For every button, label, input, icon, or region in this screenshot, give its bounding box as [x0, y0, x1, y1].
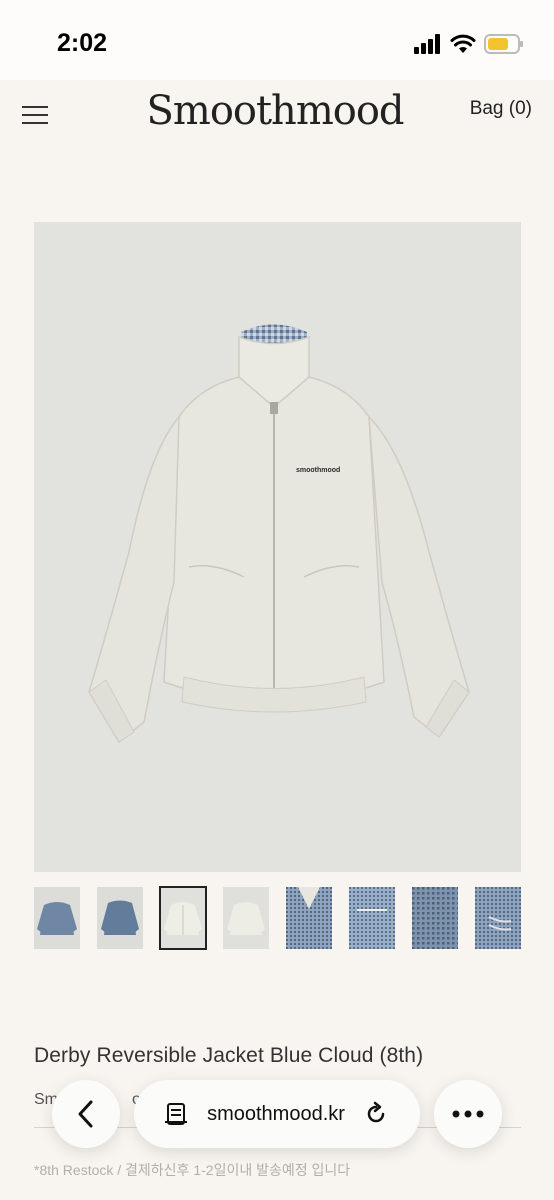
brand-logo[interactable]: Smoothmood: [120, 86, 430, 136]
hamburger-menu-button[interactable]: [20, 102, 50, 128]
thumb-cloud-front[interactable]: [159, 886, 207, 950]
thumb-image: [223, 887, 269, 949]
status-time: 2:02: [57, 29, 108, 57]
thumb-image: [475, 887, 521, 949]
url-text: smoothmood.kr: [207, 1102, 345, 1125]
bag-link[interactable]: Bag (0): [470, 98, 532, 120]
reload-icon[interactable]: [363, 1101, 389, 1127]
thumb-cuff-detail[interactable]: [475, 887, 521, 949]
thumb-cloud-back[interactable]: [223, 887, 269, 949]
thumb-fabric-detail[interactable]: [412, 887, 458, 949]
thumb-blue-front[interactable]: [34, 887, 80, 949]
site-header: Smoothmood Bag (0): [0, 80, 554, 160]
chevron-left-icon: [78, 1100, 93, 1128]
thumb-image: [286, 887, 332, 949]
wifi-icon: [450, 34, 476, 53]
status-icons: [414, 32, 524, 56]
thumb-logo-detail[interactable]: [349, 887, 395, 949]
address-bar[interactable]: smoothmood.kr: [134, 1080, 420, 1148]
signal-icon: [414, 34, 440, 54]
thumb-collar-detail[interactable]: [286, 887, 332, 949]
thumb-image: [412, 887, 458, 949]
thumb-image: [160, 887, 206, 949]
product-title: Derby Reversible Jacket Blue Cloud (8th): [34, 1044, 424, 1067]
more-button[interactable]: [434, 1080, 502, 1148]
back-button[interactable]: [52, 1080, 120, 1148]
browser-toolbar: smoothmood.kr: [0, 1070, 554, 1180]
status-bar: 2:02: [0, 0, 554, 80]
thumbnail-strip: [34, 886, 521, 950]
battery-icon: [484, 34, 523, 54]
thumb-blue-back[interactable]: [97, 887, 143, 949]
more-icon: [452, 1110, 484, 1118]
jacket-logo-text: smoothmood: [296, 467, 340, 474]
product-main-image[interactable]: smoothmood: [34, 222, 521, 872]
jacket-illustration: smoothmood: [88, 324, 470, 744]
hamburger-line: [22, 122, 48, 124]
reader-mode-icon: [165, 1103, 188, 1125]
thumb-image: [349, 887, 395, 949]
thumb-image: [34, 887, 80, 949]
hamburger-line: [22, 114, 48, 116]
thumb-image: [97, 887, 143, 949]
hamburger-line: [22, 106, 48, 108]
